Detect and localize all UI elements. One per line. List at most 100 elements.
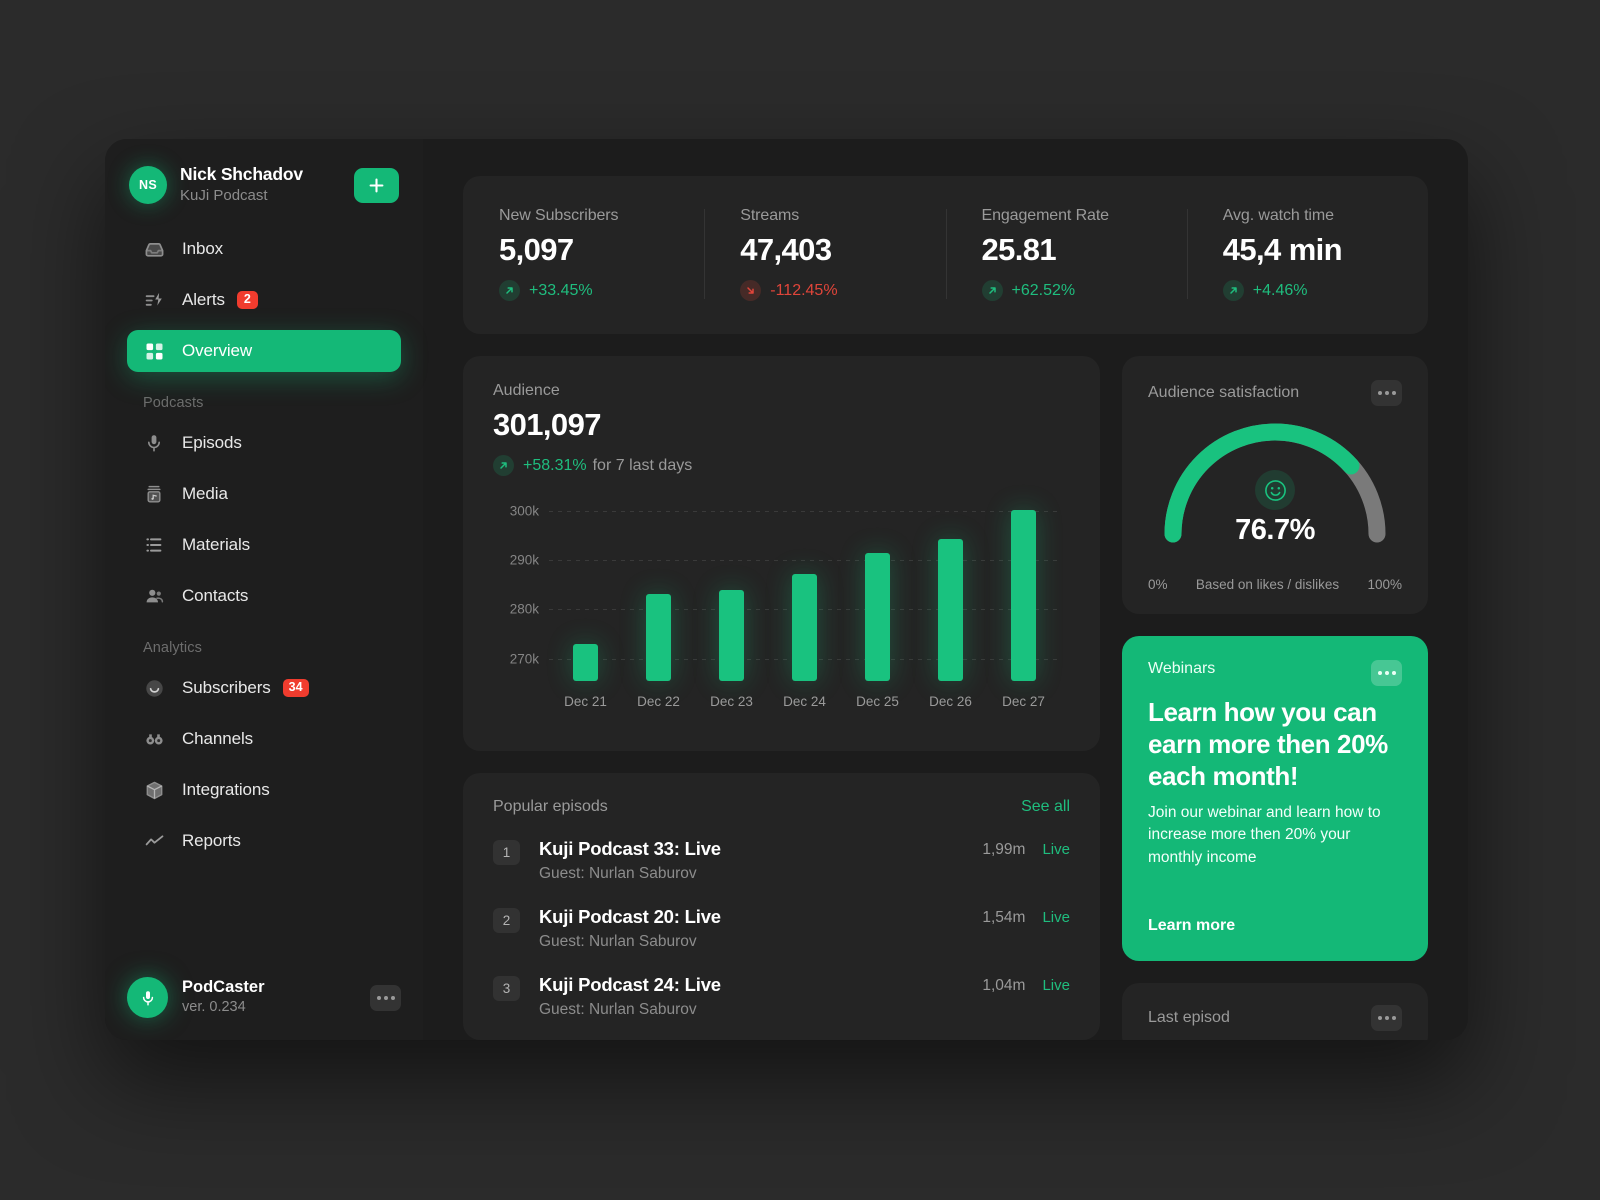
- episode-status: Live: [1042, 841, 1070, 858]
- chart-bar: [865, 552, 890, 681]
- episode-name: Kuji Podcast 20: Live: [539, 906, 721, 927]
- chart-bar: [573, 644, 598, 681]
- chart-bar-slot: [768, 501, 841, 681]
- sidebar-item-label: Materials: [182, 535, 251, 555]
- episode-rank: 2: [493, 908, 520, 933]
- webinar-card[interactable]: Webinars Learn how you can earn more the…: [1122, 636, 1428, 962]
- sidebar-nav: Inbox Alerts 2 Overview Podcasts Episods…: [127, 228, 401, 862]
- sidebar-item-label: Episods: [182, 433, 242, 453]
- chart-bar: [792, 574, 817, 681]
- smiley-icon: [1255, 470, 1295, 510]
- content-row: Audience 301,097 +58.31% for 7 last days…: [463, 356, 1428, 1040]
- left-column: Audience 301,097 +58.31% for 7 last days…: [463, 356, 1100, 1040]
- screen: NS Nick Shchadov KuJi Podcast Inbox Aler…: [0, 0, 1600, 1200]
- sidebar-item-label: Inbox: [182, 239, 224, 259]
- chart-bar: [1011, 509, 1036, 681]
- sidebar-item-media[interactable]: Media: [127, 473, 401, 515]
- binoculars-icon: [143, 729, 165, 750]
- webinar-title: Learn how you can earn more then 20% eac…: [1148, 697, 1388, 791]
- sidebar-item-label: Subscribers: [182, 678, 271, 698]
- episode-info: Kuji Podcast 20: Live Guest: Nurlan Sabur…: [539, 906, 982, 951]
- episode-row[interactable]: 1 Kuji Podcast 33: Live Guest: Nurlan Sabu…: [493, 838, 1070, 883]
- chart-x-axis: Dec 21 Dec 22 Dec 23 Dec 24 Dec 25 Dec 26 Dec …: [549, 694, 1060, 709]
- sidebar-group-analytics: Analytics: [143, 640, 202, 657]
- profile-name: Nick Shchadov: [180, 164, 303, 184]
- webinar-more-button[interactable]: [1371, 660, 1402, 686]
- alerts-badge: 2: [236, 291, 258, 309]
- episode-plays: 1,99m: [982, 841, 1026, 858]
- satisfaction-header: Audience satisfaction: [1148, 380, 1402, 406]
- chart-bar-slot: [987, 501, 1060, 681]
- kpi-label: New Subscribers: [499, 207, 619, 224]
- kpi-label: Engagement Rate: [981, 207, 1110, 224]
- episode-rank: 3: [493, 976, 520, 1001]
- episode-guest: Guest: Nurlan Saburov: [539, 933, 697, 950]
- episode-plays: 1,04m: [982, 977, 1026, 994]
- chart-plot: [549, 501, 1060, 681]
- sidebar-item-reports[interactable]: Reports: [127, 820, 401, 862]
- audience-value: 301,097: [493, 407, 601, 442]
- audience-satisfaction-card: Audience satisfaction 76.7% 0% Based on …: [1122, 356, 1428, 614]
- last-episode-more-button[interactable]: [1371, 1005, 1402, 1032]
- gauge-max-label: 100%: [1367, 577, 1402, 592]
- chart-x-tick: Dec 21: [564, 694, 607, 709]
- arrow-up-icon: [981, 280, 1003, 301]
- kpi-streams: Streams 47,403 -112.45%: [704, 207, 945, 301]
- podcaster-widget[interactable]: PodCaster ver. 0.234: [127, 977, 401, 1018]
- see-all-link[interactable]: See all: [1021, 798, 1070, 816]
- chart-y-tick: 290k: [509, 552, 539, 568]
- kpi-delta-text: +33.45%: [529, 281, 593, 299]
- podcaster-version: ver. 0.234: [182, 999, 246, 1016]
- popular-episodes-card: Popular episods See all 1 Kuji Podcast 33…: [463, 773, 1100, 1040]
- episode-row[interactable]: 3 Kuji Podcast 24: Live Guest: Nurlan Sabu…: [493, 974, 1070, 1019]
- sidebar-item-alerts[interactable]: Alerts 2: [127, 279, 401, 321]
- sidebar-item-inbox[interactable]: Inbox: [127, 228, 401, 270]
- subscribers-badge: 34: [282, 679, 309, 697]
- add-button[interactable]: [354, 167, 399, 203]
- sidebar-item-label: Contacts: [182, 586, 249, 606]
- sidebar-item-label: Overview: [182, 341, 253, 361]
- audience-card: Audience 301,097 +58.31% for 7 last days…: [463, 356, 1100, 751]
- more-icon-dot: [1384, 391, 1389, 395]
- arrow-down-icon: [740, 280, 762, 301]
- chart-bar-slot: [841, 501, 914, 681]
- sidebar-item-materials[interactable]: Materials: [127, 524, 401, 566]
- podcaster-more-button[interactable]: [370, 984, 401, 1011]
- inbox-icon: [143, 239, 165, 260]
- kpi-delta: +4.46%: [1222, 280, 1392, 301]
- kpi-value: 5,097: [499, 232, 574, 267]
- kpi-delta: +62.52%: [981, 280, 1151, 301]
- last-episode-header: Last episod: [1148, 1005, 1402, 1032]
- sidebar-item-episods[interactable]: Episods: [127, 422, 401, 464]
- sidebar-item-label: Reports: [182, 831, 241, 851]
- kpi-delta-text: -112.45%: [770, 281, 838, 299]
- chart-bar-slot: [622, 501, 695, 681]
- episodes-list: 1 Kuji Podcast 33: Live Guest: Nurlan Sabu…: [493, 838, 1070, 1019]
- sidebar-item-subscribers[interactable]: Subscribers 34: [127, 667, 401, 709]
- episode-row[interactable]: 2 Kuji Podcast 20: Live Guest: Nurlan Sabu…: [493, 906, 1070, 951]
- arrow-up-icon: [1222, 280, 1244, 301]
- satisfaction-value: 76.7%: [1235, 514, 1315, 546]
- app-window: NS Nick Shchadov KuJi Podcast Inbox Aler…: [105, 139, 1468, 1040]
- webinar-header: Webinars: [1148, 660, 1402, 686]
- episode-info: Kuji Podcast 33: Live Guest: Nurlan Sabur…: [539, 838, 982, 883]
- episode-status: Live: [1042, 977, 1070, 994]
- last-episode-title: Last episod: [1148, 1009, 1230, 1027]
- sidebar-item-contacts[interactable]: Contacts: [127, 575, 401, 617]
- list-icon: [143, 535, 165, 555]
- webinar-learn-more-link[interactable]: Learn more: [1148, 917, 1402, 935]
- satisfaction-more-button[interactable]: [1371, 380, 1402, 406]
- sidebar-item-channels[interactable]: Channels: [127, 718, 401, 760]
- podcaster-name: PodCaster: [182, 978, 265, 997]
- sidebar-item-overview[interactable]: Overview: [127, 330, 401, 373]
- more-icon-dot: [376, 995, 381, 1000]
- trend-icon: [143, 831, 165, 852]
- episode-name: Kuji Podcast 33: Live: [539, 838, 721, 859]
- more-icon-dot: [1391, 1016, 1396, 1021]
- more-icon-dot: [1377, 671, 1382, 675]
- sidebar-item-integrations[interactable]: Integrations: [127, 769, 401, 811]
- chart-x-tick: Dec 27: [1002, 694, 1045, 709]
- profile-header[interactable]: NS Nick Shchadov KuJi Podcast: [127, 139, 401, 206]
- more-icon-dot: [1391, 671, 1396, 675]
- arrow-up-icon: [493, 455, 514, 476]
